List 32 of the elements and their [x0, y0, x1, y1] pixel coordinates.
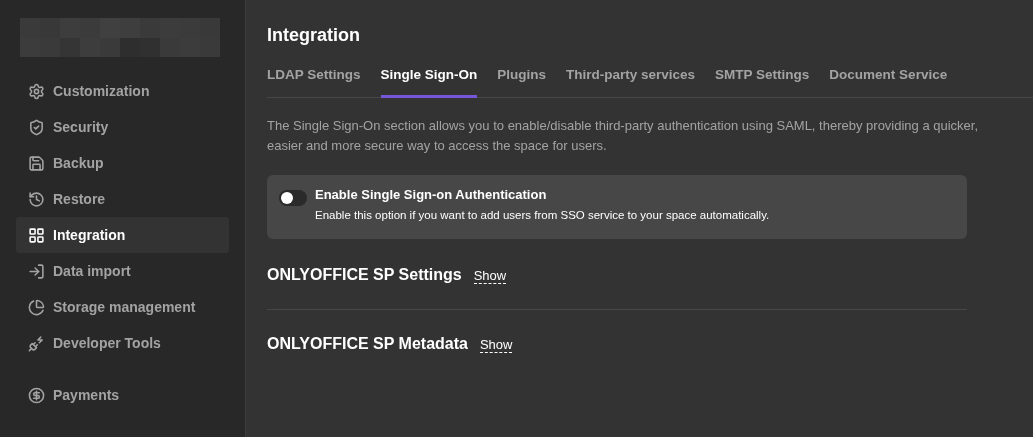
show-link[interactable]: Show: [473, 269, 507, 284]
gear-icon: [28, 82, 45, 100]
section-title: ONLYOFFICE SP Settings: [267, 265, 462, 285]
plug-icon: [28, 334, 45, 352]
toggle-label: Enable Single Sign-on Authentication: [315, 187, 548, 203]
toggle-switch[interactable]: [279, 190, 307, 206]
grid-icon: [28, 226, 45, 244]
tab[interactable]: SMTP Settings: [715, 64, 810, 98]
page-title: Integration: [267, 24, 361, 47]
sidebar-item[interactable]: Backup: [16, 145, 229, 181]
sidebar-item[interactable]: Customization: [16, 73, 229, 109]
description: The Single Sign-On section allows you to enable/disable third-party authentication using SAML, thereby providing a quicker, easier and more secure way to access the space for users.: [267, 117, 980, 155]
pie-chart-icon: [28, 298, 45, 316]
tab[interactable]: Third-party services: [566, 64, 696, 98]
dollar-icon: [28, 386, 45, 404]
tab[interactable]: Document Service: [829, 64, 948, 98]
sidebar-item[interactable]: Integration: [16, 217, 229, 253]
toggle-hint: Enable this option if you want to add users from SSO service to your space automatically.: [315, 208, 770, 222]
sidebar-item[interactable]: Developer Tools: [16, 325, 229, 361]
tab[interactable]: Single Sign-On: [380, 64, 478, 98]
sidebar-item[interactable]: Storage management: [16, 289, 229, 325]
tab[interactable]: Plugins: [497, 64, 547, 98]
tab[interactable]: LDAP Settings: [267, 64, 361, 98]
sidebar-item[interactable]: Payments: [16, 377, 229, 413]
history-icon: [28, 190, 45, 208]
shield-icon: [28, 118, 45, 136]
sidebar-item[interactable]: Security: [16, 109, 229, 145]
sidebar-item[interactable]: Data import: [16, 253, 229, 289]
sidebar-item[interactable]: Restore: [16, 181, 229, 217]
show-link[interactable]: Show: [479, 338, 513, 353]
section-title: ONLYOFFICE SP Metadata: [267, 334, 468, 354]
import-icon: [28, 262, 45, 280]
